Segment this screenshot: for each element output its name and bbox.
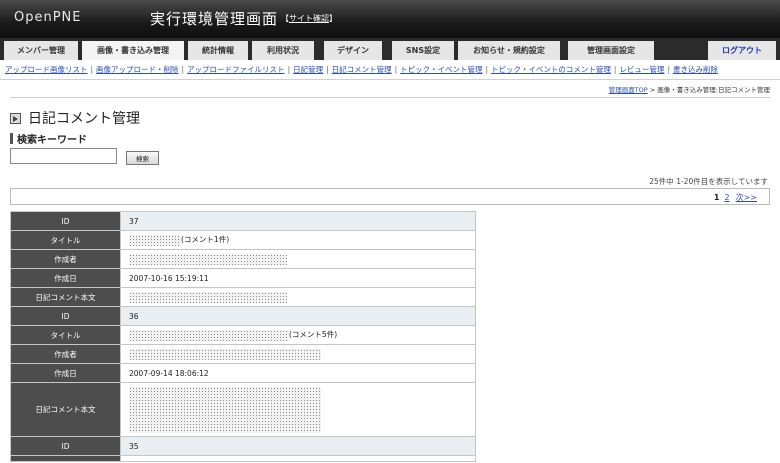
admin-title: 実行環境管理画面 — [150, 10, 279, 28]
author-label: 作成者 — [10, 249, 121, 269]
table-row: 作成日 2007-09-14 18:06:12 — [10, 363, 476, 383]
record-title-suffix: (コメント5件) — [289, 330, 338, 340]
redacted-title — [129, 329, 289, 341]
body-label: 日記コメント本文 — [10, 287, 121, 307]
table-row: ID 37 — [10, 211, 476, 231]
tab-images-posts[interactable]: 画像・書き込み管理 — [82, 41, 184, 60]
subnav-image-upload-delete[interactable]: 画像アップロード・削除 — [96, 65, 179, 74]
search-button[interactable]: 検索 — [126, 151, 159, 165]
body-label: 日記コメント本文 — [10, 382, 121, 437]
redacted-title — [129, 234, 181, 246]
record-id: 36 — [120, 306, 476, 326]
app-header: OpenPNE 実行環境管理画面 【サイト確認】 — [0, 0, 780, 38]
id-label: ID — [10, 306, 121, 326]
record-id: 37 — [120, 211, 476, 231]
record-title: (コメント1件) — [120, 230, 476, 250]
search-keyword-input[interactable] — [10, 148, 117, 164]
tab-usage[interactable]: 利用状況 — [252, 41, 314, 60]
record-id: 35 — [120, 436, 476, 456]
date-label: 作成日 — [10, 363, 121, 383]
sub-navigation: アップロード画像リスト | 画像アップロード・削除 | アップロードファイルリスト | 日記… — [0, 60, 780, 80]
tab-notice-terms[interactable]: お知らせ・規約設定 — [458, 41, 560, 60]
table-row: タイトル (コメント1件) — [10, 230, 476, 250]
breadcrumb-current: 画像・書き込み管理:日記コメント管理 — [657, 86, 770, 94]
id-label: ID — [10, 436, 121, 456]
pager-next[interactable]: 次>> — [736, 193, 757, 202]
redacted-body — [129, 291, 287, 303]
table-row: 作成日 2007-10-16 15:19:11 — [10, 268, 476, 288]
site-check-link[interactable]: サイト確認 — [289, 14, 329, 23]
subnav-topic-event-comment-management[interactable]: トピック・イベントのコメント管理 — [491, 65, 611, 74]
table-row: 作成者 — [10, 249, 476, 269]
record-body — [120, 287, 476, 307]
table-row: ID 35 — [10, 436, 476, 456]
pager-links: 1 2 次>> — [714, 192, 763, 203]
subnav-upload-image-list[interactable]: アップロード画像リスト — [5, 65, 88, 74]
record-date: 2007-09-14 18:06:12 — [120, 363, 476, 383]
search-section-title: 検索キーワード — [17, 135, 87, 146]
table-row: 作成者 — [10, 344, 476, 364]
table-row: タイトル (コメント5件) — [10, 325, 476, 345]
record-author — [120, 249, 476, 269]
section-marker-icon — [10, 133, 13, 144]
page-title: 日記コメント管理 — [28, 111, 140, 127]
tab-logout[interactable]: ログアウト — [708, 41, 776, 60]
app-logo: OpenPNE — [14, 10, 82, 25]
redacted-body — [129, 386, 321, 433]
site-link-wrapper: 【サイト確認】 — [281, 13, 337, 24]
tab-sns-settings[interactable]: SNS設定 — [392, 41, 454, 60]
table-row — [10, 455, 476, 462]
record-date: 2007-10-16 15:19:11 — [120, 268, 476, 288]
result-count-text: 25件中 1-20件目を表示しています — [649, 177, 768, 186]
subnav-post-delete[interactable]: 書き込み削除 — [673, 65, 718, 74]
comment-records-table: ID 37 タイトル (コメント1件) 作成者 作成日 2007-10-16 1… — [10, 211, 476, 462]
subnav-topic-event-management[interactable]: トピック・イベント管理 — [400, 65, 482, 74]
redacted-author — [129, 348, 321, 360]
subnav-upload-file-list[interactable]: アップロードファイルリスト — [187, 65, 285, 74]
record-author — [120, 344, 476, 364]
site-link-open-bracket: 【 — [281, 14, 289, 23]
search-section-heading: 検索キーワード — [10, 131, 87, 146]
breadcrumb: 管理画面TOP > 画像・書き込み管理:日記コメント管理 — [609, 84, 770, 94]
record-title: (コメント5件) — [120, 325, 476, 345]
subnav-diary-management[interactable]: 日記管理 — [293, 65, 323, 74]
tab-statistics[interactable]: 統計情報 — [188, 41, 248, 60]
main-tabbar: メンバー管理 画像・書き込み管理 統計情報 利用状況 デザイン SNS設定 お知… — [0, 38, 780, 60]
record-title-suffix: (コメント1件) — [181, 235, 230, 245]
record-body — [120, 382, 476, 437]
play-arrow-icon — [10, 112, 21, 124]
divider — [10, 97, 770, 98]
title-label: タイトル — [10, 230, 121, 250]
subnav-review-management[interactable]: レビュー管理 — [619, 65, 664, 74]
tab-design[interactable]: デザイン — [324, 41, 382, 60]
pager-current-page: 1 — [713, 193, 720, 202]
tab-members[interactable]: メンバー管理 — [4, 41, 78, 60]
subnav-diary-comment-management[interactable]: 日記コメント管理 — [332, 65, 392, 74]
id-label: ID — [10, 211, 121, 231]
redacted-author — [129, 253, 287, 265]
pager-page-2[interactable]: 2 — [725, 193, 730, 202]
page-heading: 日記コメント管理 — [10, 109, 140, 127]
title-label: タイトル — [10, 325, 121, 345]
breadcrumb-admin-top[interactable]: 管理画面TOP — [609, 86, 648, 94]
pager: 1 2 次>> — [10, 188, 770, 205]
table-row: ID 36 — [10, 306, 476, 326]
tab-admin-settings[interactable]: 管理画面設定 — [568, 41, 654, 60]
breadcrumb-separator: > — [647, 86, 658, 94]
table-row: 日記コメント本文 — [10, 287, 476, 307]
date-label: 作成日 — [10, 268, 121, 288]
author-label: 作成者 — [10, 344, 121, 364]
table-row: 日記コメント本文 — [10, 382, 476, 437]
site-link-close-bracket: 】 — [329, 14, 337, 23]
